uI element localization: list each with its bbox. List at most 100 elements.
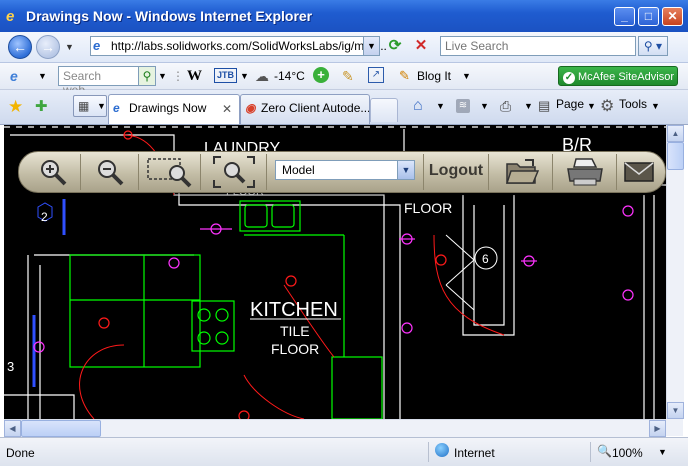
- scroll-right-button[interactable]: ▶: [649, 420, 666, 437]
- door-swing: [445, 284, 475, 311]
- tab-zero-client[interactable]: ◉ Zero Client Autode...: [240, 94, 370, 124]
- add-plus-icon[interactable]: +: [313, 67, 329, 83]
- zoom-window-icon: [146, 158, 191, 188]
- scroll-left-button[interactable]: ◀: [4, 420, 21, 437]
- cabinet-outline: [69, 254, 201, 368]
- zoom-window-button[interactable]: [139, 154, 201, 190]
- zoom-level[interactable]: 100%: [612, 446, 643, 460]
- kitchen-label: KITCHEN: [250, 299, 338, 321]
- logout-button[interactable]: Logout: [423, 154, 489, 190]
- view-select[interactable]: Model: [275, 160, 415, 180]
- temperature-label[interactable]: -14°C: [274, 67, 305, 85]
- open-folder-button[interactable]: [491, 154, 553, 190]
- tag-2-label: 2: [41, 210, 48, 224]
- jtb-icon[interactable]: JTB: [214, 68, 238, 83]
- horizontal-scrollbar[interactable]: ◀ ▶: [4, 419, 666, 437]
- chevron-down-icon[interactable]: ▼: [524, 101, 533, 111]
- chevron-down-icon[interactable]: ▼: [240, 67, 249, 85]
- recent-pages-dropdown-icon[interactable]: ▼: [65, 42, 74, 52]
- chevron-down-icon[interactable]: ▼: [158, 67, 167, 85]
- zoom-dropdown-icon[interactable]: ▼: [658, 447, 667, 457]
- autodesk-icon: ◉: [245, 101, 256, 115]
- tab-bar: ★ ✚ ▦ ▼ e Drawings Now ✕ ◉ Zero Client A…: [0, 90, 688, 125]
- stove-outline: [191, 300, 235, 352]
- rss-feed-icon[interactable]: ≋: [456, 99, 470, 113]
- open-folder-icon: [505, 159, 539, 184]
- web-search-button[interactable]: ⚲: [138, 66, 156, 86]
- web-search-input[interactable]: Search web...: [58, 66, 140, 97]
- security-zone-label[interactable]: Internet: [454, 446, 495, 460]
- close-tab-icon[interactable]: ✕: [222, 102, 232, 116]
- horizontal-scroll-thumb[interactable]: [21, 420, 101, 437]
- tools-menu[interactable]: Tools: [619, 97, 647, 111]
- zoom-extents-button[interactable]: [201, 154, 267, 190]
- outlet-symbol: [622, 289, 634, 301]
- forward-button[interactable]: →: [36, 35, 60, 59]
- stop-icon[interactable]: ✕: [411, 37, 431, 57]
- vertical-scrollbar[interactable]: ▲ ▼: [666, 125, 684, 419]
- edit-icon[interactable]: ↗: [368, 67, 384, 83]
- zoom-in-icon: [40, 160, 66, 186]
- blog-it-icon[interactable]: ✎: [399, 67, 410, 85]
- new-tab-button[interactable]: [370, 98, 398, 122]
- wall-line: [4, 394, 75, 419]
- page-menu-icon[interactable]: ▤: [538, 98, 550, 114]
- zoom-extents-icon: [212, 156, 255, 188]
- refresh-icon[interactable]: ⟳: [385, 37, 405, 57]
- wall-line: [473, 205, 505, 326]
- stove-burner: [215, 331, 229, 345]
- light-fixture: [285, 275, 297, 287]
- mcafee-siteadvisor-button[interactable]: ✓McAfee SiteAdvisor ▾: [558, 66, 678, 103]
- circuit-arc: [243, 374, 305, 419]
- chevron-down-icon[interactable]: ▼: [38, 67, 47, 85]
- ie-logo-icon: e: [6, 8, 15, 25]
- zoom-out-button[interactable]: [81, 154, 139, 190]
- search-button[interactable]: ⚲ ▾: [638, 36, 668, 56]
- address-dropdown-button[interactable]: ▼: [363, 36, 380, 56]
- blog-it-button[interactable]: Blog It: [417, 67, 451, 85]
- maximize-button[interactable]: □: [638, 7, 659, 26]
- live-search-input[interactable]: [440, 36, 636, 56]
- address-url[interactable]: http://labs.solidworks.com/SolidWorksLab…: [111, 39, 387, 53]
- tag-6-label: 6: [482, 252, 489, 266]
- close-button[interactable]: ✕: [662, 7, 683, 26]
- add-favorites-icon[interactable]: ✚: [35, 97, 48, 115]
- home-icon[interactable]: ⌂: [413, 97, 423, 115]
- weather-cloud-icon[interactable]: ☁: [255, 67, 269, 85]
- chevron-down-icon[interactable]: ▼: [651, 101, 660, 111]
- internet-zone-icon[interactable]: [435, 443, 449, 457]
- mcafee-label: McAfee SiteAdvisor: [578, 71, 674, 83]
- chevron-down-icon[interactable]: ▼: [587, 101, 596, 111]
- address-toolbar: ← → ▼ e http://labs.solidworks.com/Solid…: [0, 32, 688, 63]
- scroll-down-button[interactable]: ▼: [667, 402, 684, 419]
- address-bar[interactable]: e http://labs.solidworks.com/SolidWorksL…: [90, 36, 387, 56]
- scroll-up-button[interactable]: ▲: [667, 125, 684, 142]
- minimize-button[interactable]: _: [614, 7, 635, 26]
- back-button[interactable]: ←: [8, 35, 32, 59]
- chevron-down-icon[interactable]: ▼: [480, 101, 489, 111]
- ie-toolbar-icon[interactable]: e: [10, 67, 18, 85]
- chevron-down-icon[interactable]: ▼: [462, 67, 471, 85]
- page-menu[interactable]: Page: [556, 97, 584, 111]
- tab-drawings-now[interactable]: e Drawings Now: [108, 94, 240, 124]
- view-select-dropdown-button[interactable]: ▼: [397, 160, 415, 180]
- vertical-scroll-thumb[interactable]: [667, 142, 684, 170]
- light-fixture: [238, 410, 250, 419]
- pen-icon[interactable]: ✎: [342, 67, 354, 85]
- zoom-in-button[interactable]: [25, 154, 81, 190]
- drawing-viewport[interactable]: LAUNDRY FLOOR FLOOR KITCHEN TILE FLOOR B…: [4, 125, 666, 419]
- door-swing: [445, 234, 475, 286]
- favorites-star-icon[interactable]: ★: [8, 97, 23, 117]
- printer-icon[interactable]: ⎙: [500, 98, 511, 115]
- drawing-toolbar: Model ▼ Logout: [18, 151, 666, 193]
- zoom-magnifier-icon[interactable]: 🔍: [597, 444, 612, 458]
- wikipedia-icon[interactable]: W: [187, 67, 202, 85]
- status-text: Done: [6, 446, 35, 460]
- tag-3-label: 3: [7, 359, 14, 374]
- chevron-down-icon[interactable]: ▼: [436, 101, 445, 111]
- gear-icon[interactable]: ⚙: [600, 96, 614, 116]
- refrigerator-outline: [331, 356, 383, 419]
- print-button[interactable]: [553, 154, 617, 190]
- tab-list-dropdown-icon[interactable]: ▼: [97, 101, 106, 111]
- email-button[interactable]: [617, 154, 661, 190]
